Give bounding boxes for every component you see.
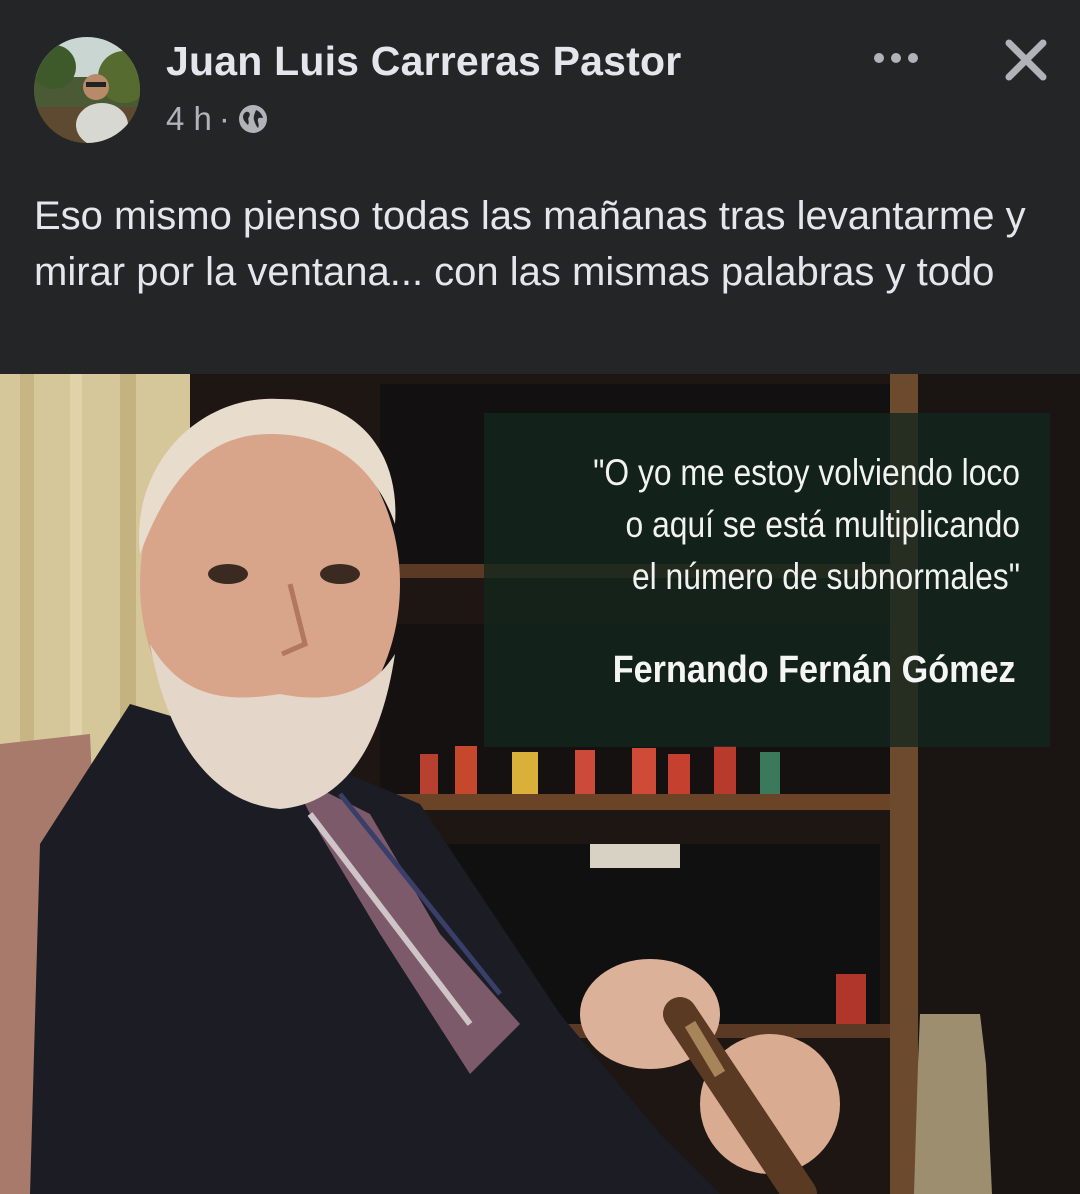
- post-image[interactable]: "O yo me estoy volviendo loco o aquí se …: [0, 374, 1080, 1194]
- post-caption: Eso mismo pienso todas las mañanas tras …: [34, 194, 1026, 294]
- quote-text: "O yo me estoy volviendo loco o aquí se …: [593, 452, 1020, 597]
- avatar[interactable]: [34, 37, 140, 143]
- post-meta: 4 h ·: [166, 100, 269, 138]
- quote-author: Fernando Fernán Gómez: [613, 649, 1016, 691]
- avatar-image: [34, 37, 140, 143]
- more-horizontal-icon: [874, 53, 918, 63]
- author-name[interactable]: Juan Luis Carreras Pastor: [166, 38, 681, 85]
- close-button[interactable]: [996, 30, 1056, 90]
- post-header: Juan Luis Carreras Pastor 4 h ·: [0, 0, 1080, 160]
- globe-icon[interactable]: [237, 103, 269, 135]
- post-time[interactable]: 4 h: [166, 100, 212, 138]
- more-options-button[interactable]: [868, 38, 924, 78]
- quote-overlay: "O yo me estoy volviendo loco o aquí se …: [484, 413, 1050, 747]
- close-icon: [1005, 39, 1047, 81]
- meta-separator: ·: [218, 100, 230, 137]
- facebook-post: Juan Luis Carreras Pastor 4 h · Eso mism…: [0, 0, 1080, 1194]
